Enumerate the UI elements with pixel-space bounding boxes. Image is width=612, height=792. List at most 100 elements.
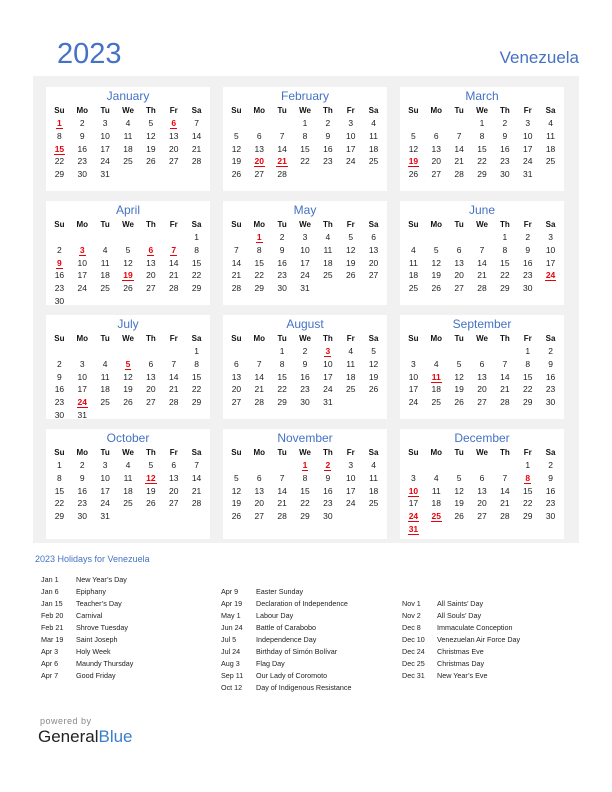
day-number: 24: [345, 156, 356, 167]
day-cell: 13: [225, 371, 248, 384]
day-cell: 12: [225, 485, 248, 498]
day-cell: 10: [539, 244, 562, 257]
day-number: 16: [545, 485, 556, 496]
day-cell: 18: [425, 497, 448, 510]
day-cell: 20: [425, 155, 448, 168]
day-cell: 23: [316, 497, 339, 510]
day-number: 6: [456, 244, 462, 255]
weekday-header: Fr: [169, 448, 178, 457]
day-cell: 6: [471, 472, 494, 485]
day-number: 12: [145, 472, 157, 484]
day-number: 4: [125, 118, 131, 128]
day-cell: 25: [117, 155, 140, 168]
day-number: 10: [545, 244, 556, 255]
day-number: 25: [545, 156, 556, 167]
day-number: 11: [123, 130, 133, 141]
weekday-header: Fr: [346, 448, 355, 457]
holiday-name: Epiphany: [76, 587, 106, 596]
day-number: 2: [324, 460, 332, 471]
day-number: 26: [146, 156, 156, 167]
empty-day-cell: [471, 345, 494, 358]
empty-day-cell: [94, 345, 117, 358]
day-cell: 24: [71, 282, 94, 295]
empty-day-cell: [402, 231, 425, 244]
day-number: 28: [277, 169, 287, 180]
day-cell: 31: [94, 168, 117, 181]
day-number: 27: [477, 511, 487, 522]
day-number: 27: [254, 169, 264, 180]
month-grid: Su Mo Tu We Th Fr Sa 1 2 3 4 5 6 7 8 9 10 11 12 13 14 15 16 17 1…: [400, 446, 564, 536]
day-number: 28: [500, 511, 510, 522]
day-cell: 22: [294, 497, 317, 510]
holiday-date: Dec 25: [402, 659, 425, 668]
day-cell: 6: [448, 244, 471, 257]
day-number: 24: [408, 397, 419, 408]
day-cell: 27: [162, 497, 185, 510]
day-cell: 14: [162, 257, 185, 270]
day-cell: 5: [225, 472, 248, 485]
day-cell: 8: [493, 244, 516, 257]
day-number: 30: [277, 283, 287, 294]
day-cell: 18: [425, 383, 448, 396]
holiday-date: Jul 24: [221, 647, 241, 656]
day-cell: 22: [48, 497, 71, 510]
day-cell: 15: [471, 143, 494, 156]
day-cell: 28: [271, 168, 294, 181]
day-cell: 4: [94, 358, 117, 371]
holiday-date: Dec 24: [402, 647, 425, 656]
day-cell: 4: [94, 244, 117, 257]
day-number: 10: [345, 130, 356, 141]
day-number: 30: [545, 511, 556, 522]
day-number: 26: [123, 397, 133, 408]
day-number: 3: [79, 358, 85, 369]
day-cell: 15: [248, 257, 271, 270]
holiday-item: Sep 11 Our Lady of Coromoto: [221, 670, 352, 682]
day-number: 5: [234, 472, 239, 483]
day-cell: 2: [71, 459, 94, 472]
holiday-item: Dec 8 Immaculate Conception: [402, 622, 520, 634]
holiday-item: Apr 6 Maundy Thursday: [41, 658, 133, 670]
day-number: 15: [191, 257, 202, 268]
holiday-day-cell: 20: [248, 155, 271, 168]
day-number: 1: [502, 232, 508, 242]
day-number: 11: [100, 371, 110, 382]
day-cell: 31: [71, 409, 94, 422]
day-number: 2: [79, 460, 85, 470]
day-cell: 4: [539, 117, 562, 130]
day-number: 22: [254, 270, 264, 281]
day-number: 23: [77, 498, 87, 509]
weekday-header: Th: [322, 220, 333, 229]
month-title: July: [117, 317, 139, 331]
day-cell: 6: [139, 358, 162, 371]
day-cell: 28: [225, 282, 248, 295]
day-number: 8: [57, 472, 62, 483]
day-number: 30: [77, 169, 87, 180]
day-cell: 11: [94, 371, 117, 384]
empty-day-cell: [402, 117, 425, 130]
weekday-header: We: [122, 334, 134, 343]
day-number: 4: [433, 472, 439, 483]
day-cell: 4: [362, 117, 385, 130]
day-cell: 2: [539, 459, 562, 472]
day-number: 4: [325, 232, 331, 242]
day-cell: 25: [402, 282, 425, 295]
day-cell: 6: [162, 459, 185, 472]
day-cell: 29: [48, 168, 71, 181]
day-number: 18: [368, 143, 379, 154]
day-number: 6: [170, 118, 178, 129]
holiday-date: Feb 21: [41, 623, 64, 632]
day-cell: 26: [362, 383, 385, 396]
holiday-name: New Year’s Eve: [437, 671, 488, 680]
day-cell: 21: [225, 269, 248, 282]
day-cell: 27: [139, 396, 162, 409]
day-cell: 23: [48, 396, 71, 409]
day-cell: 15: [294, 485, 317, 498]
day-number: 21: [277, 498, 287, 509]
weekday-header: Tu: [100, 106, 110, 115]
day-number: 6: [256, 472, 262, 483]
day-number: 21: [454, 156, 464, 167]
day-number: 12: [345, 244, 356, 255]
day-cell: 13: [448, 257, 471, 270]
day-cell: 28: [162, 396, 185, 409]
day-cell: 4: [117, 459, 140, 472]
